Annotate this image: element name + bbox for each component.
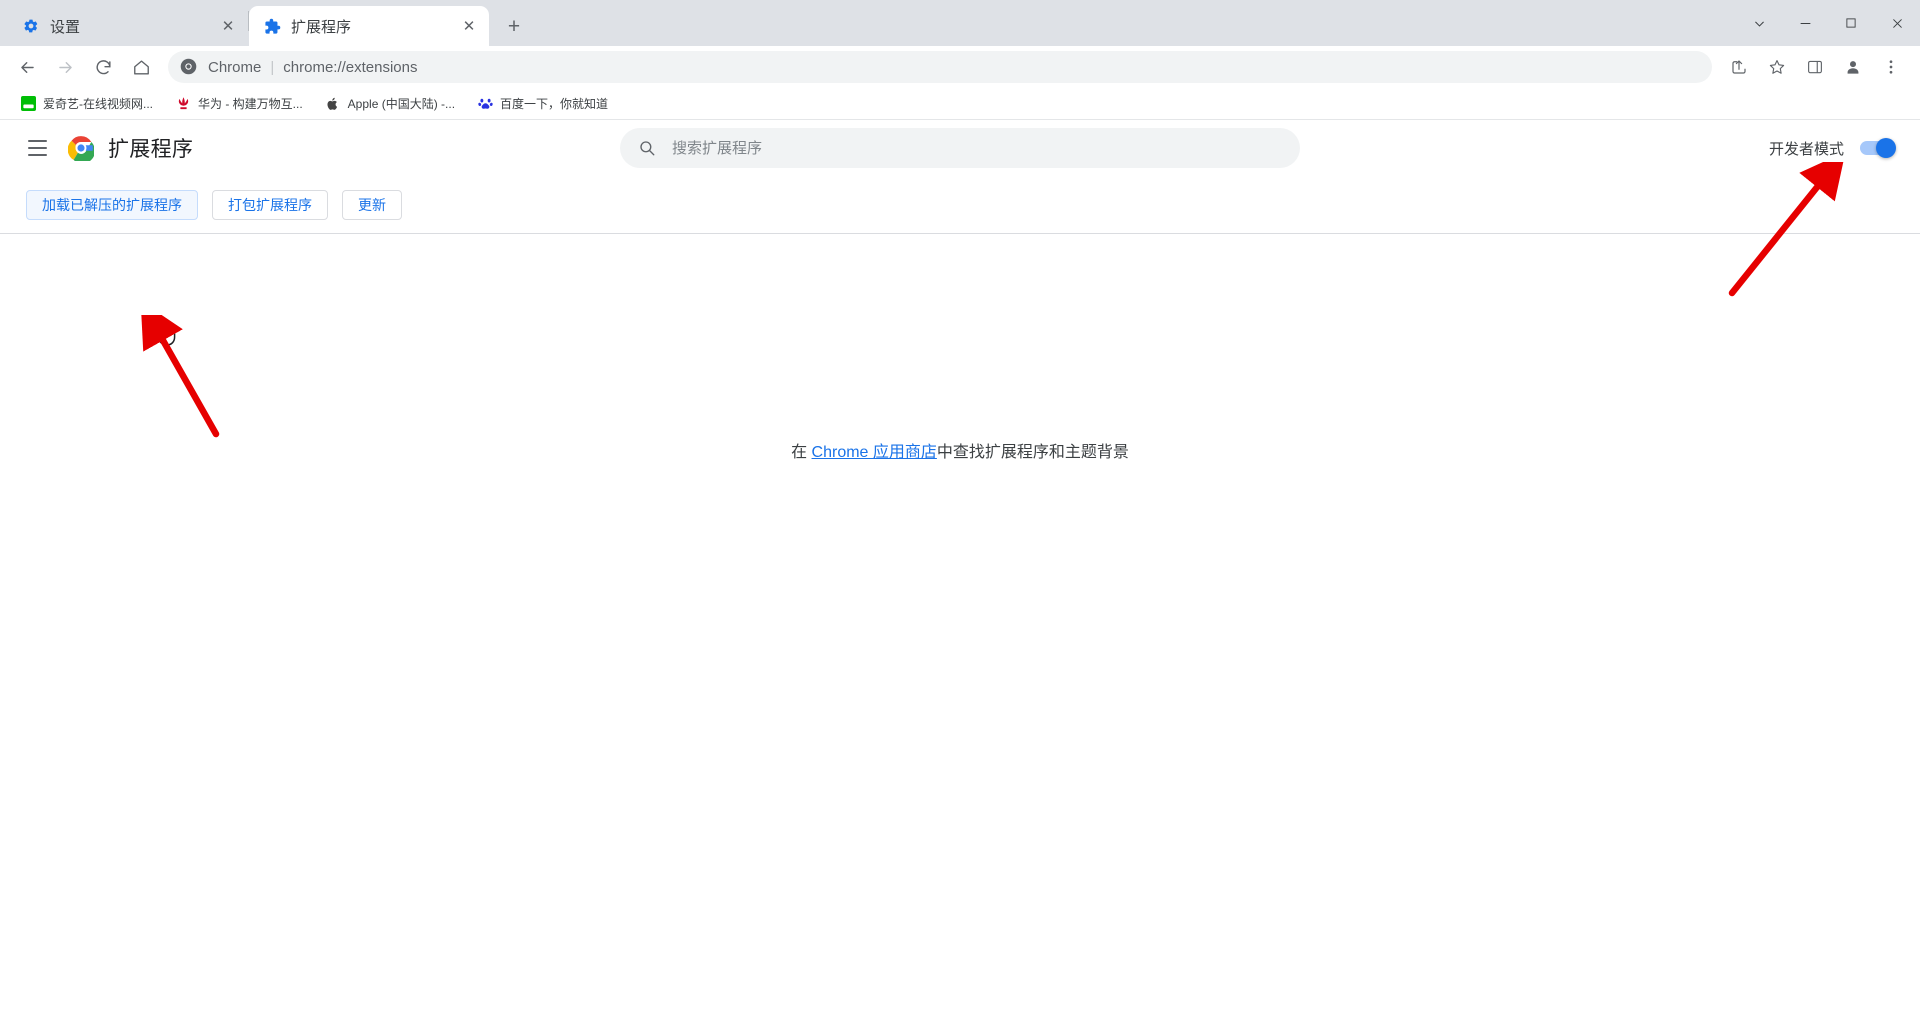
pack-extension-button[interactable]: 打包扩展程序 bbox=[212, 189, 328, 220]
tab-strip: 设置 ✕ 扩展程序 ✕ + bbox=[0, 0, 1920, 46]
arrow-to-load-unpacked-button bbox=[140, 315, 220, 438]
empty-state-suffix: 中查找扩展程序和主题背景 bbox=[936, 444, 1129, 461]
developer-mode-toggle[interactable] bbox=[1860, 138, 1896, 158]
gear-icon bbox=[22, 17, 40, 35]
baidu-icon bbox=[477, 96, 493, 112]
huawei-icon bbox=[175, 96, 191, 112]
bookmark-label: Apple (中国大陆) -... bbox=[347, 97, 456, 111]
reload-icon[interactable] bbox=[86, 50, 120, 84]
minimize-to-tray-button[interactable] bbox=[1736, 0, 1782, 46]
share-icon[interactable] bbox=[1722, 50, 1756, 84]
bookmark-label: 华为 - 构建万物互... bbox=[198, 97, 303, 111]
apple-icon bbox=[325, 96, 341, 112]
omnibox-brand: Chrome bbox=[208, 58, 262, 76]
address-bar[interactable]: Chrome | chrome://extensions bbox=[168, 51, 1712, 83]
bookmark-label: 爱奇艺-在线视频网... bbox=[43, 97, 153, 111]
forward-icon[interactable] bbox=[48, 50, 82, 84]
bookmark-item[interactable]: Apple (中国大陆) -... bbox=[317, 92, 463, 116]
hand-pointer-cursor bbox=[155, 320, 176, 346]
extensions-page: 扩展程序 开发者模式 加载已解压的扩展程序 打包扩展程序 更新 在 Chrome… bbox=[0, 120, 1920, 1029]
tab-settings[interactable]: 设置 ✕ bbox=[8, 6, 248, 46]
new-tab-button[interactable]: + bbox=[497, 9, 531, 43]
window-controls bbox=[1736, 0, 1920, 46]
bookmark-label: 百度一下，你就知道 bbox=[500, 97, 609, 111]
tab-title: 扩展程序 bbox=[291, 18, 352, 36]
bookmark-item[interactable]: 爱奇艺-在线视频网... bbox=[12, 92, 161, 116]
toolbar-actions bbox=[1720, 50, 1910, 84]
chrome-web-store-link[interactable]: Chrome 应用商店 bbox=[812, 444, 937, 461]
empty-state-prefix: 在 bbox=[791, 444, 812, 461]
close-icon[interactable]: ✕ bbox=[459, 16, 479, 36]
extensions-header: 扩展程序 开发者模式 bbox=[0, 120, 1920, 176]
browser-toolbar: Chrome | chrome://extensions bbox=[0, 46, 1920, 88]
iqiyi-icon bbox=[20, 96, 36, 112]
load-unpacked-button[interactable]: 加载已解压的扩展程序 bbox=[26, 189, 198, 220]
search-box[interactable] bbox=[620, 128, 1300, 168]
profile-avatar-icon[interactable] bbox=[1836, 50, 1870, 84]
minimize-button[interactable] bbox=[1782, 0, 1828, 46]
puzzle-icon bbox=[263, 17, 281, 35]
home-icon[interactable] bbox=[124, 50, 158, 84]
bookmark-item[interactable]: 华为 - 构建万物互... bbox=[167, 92, 311, 116]
close-icon[interactable]: ✕ bbox=[218, 16, 238, 36]
search-input[interactable] bbox=[670, 138, 1282, 158]
bookmarks-bar: 爱奇艺-在线视频网... 华为 - 构建万物互... Apple (中国大陆) … bbox=[0, 88, 1920, 120]
back-icon[interactable] bbox=[10, 50, 44, 84]
empty-state-message: 在 Chrome 应用商店中查找扩展程序和主题背景 bbox=[0, 438, 1920, 462]
chrome-logo-icon bbox=[180, 58, 198, 76]
three-dot-menu-icon[interactable] bbox=[1874, 50, 1908, 84]
omnibox-separator: | bbox=[270, 58, 275, 76]
developer-mode-label: 开发者模式 bbox=[1768, 140, 1844, 158]
chrome-logo-icon bbox=[67, 135, 96, 164]
bookmark-item[interactable]: 百度一下，你就知道 bbox=[469, 92, 616, 116]
star-icon[interactable] bbox=[1760, 50, 1794, 84]
maximize-button[interactable] bbox=[1828, 0, 1874, 46]
developer-mode-control: 开发者模式 bbox=[1768, 138, 1896, 159]
close-button[interactable] bbox=[1874, 0, 1920, 46]
side-panel-icon[interactable] bbox=[1798, 50, 1832, 84]
update-button[interactable]: 更新 bbox=[342, 189, 402, 220]
search-icon bbox=[638, 139, 656, 157]
extensions-action-bar: 加载已解压的扩展程序 打包扩展程序 更新 bbox=[0, 176, 1920, 234]
page-title: 扩展程序 bbox=[108, 138, 194, 161]
hamburger-menu-icon[interactable] bbox=[28, 136, 52, 160]
omnibox-url: chrome://extensions bbox=[283, 58, 418, 76]
tab-extensions[interactable]: 扩展程序 ✕ bbox=[249, 6, 489, 46]
tab-title: 设置 bbox=[50, 18, 81, 36]
